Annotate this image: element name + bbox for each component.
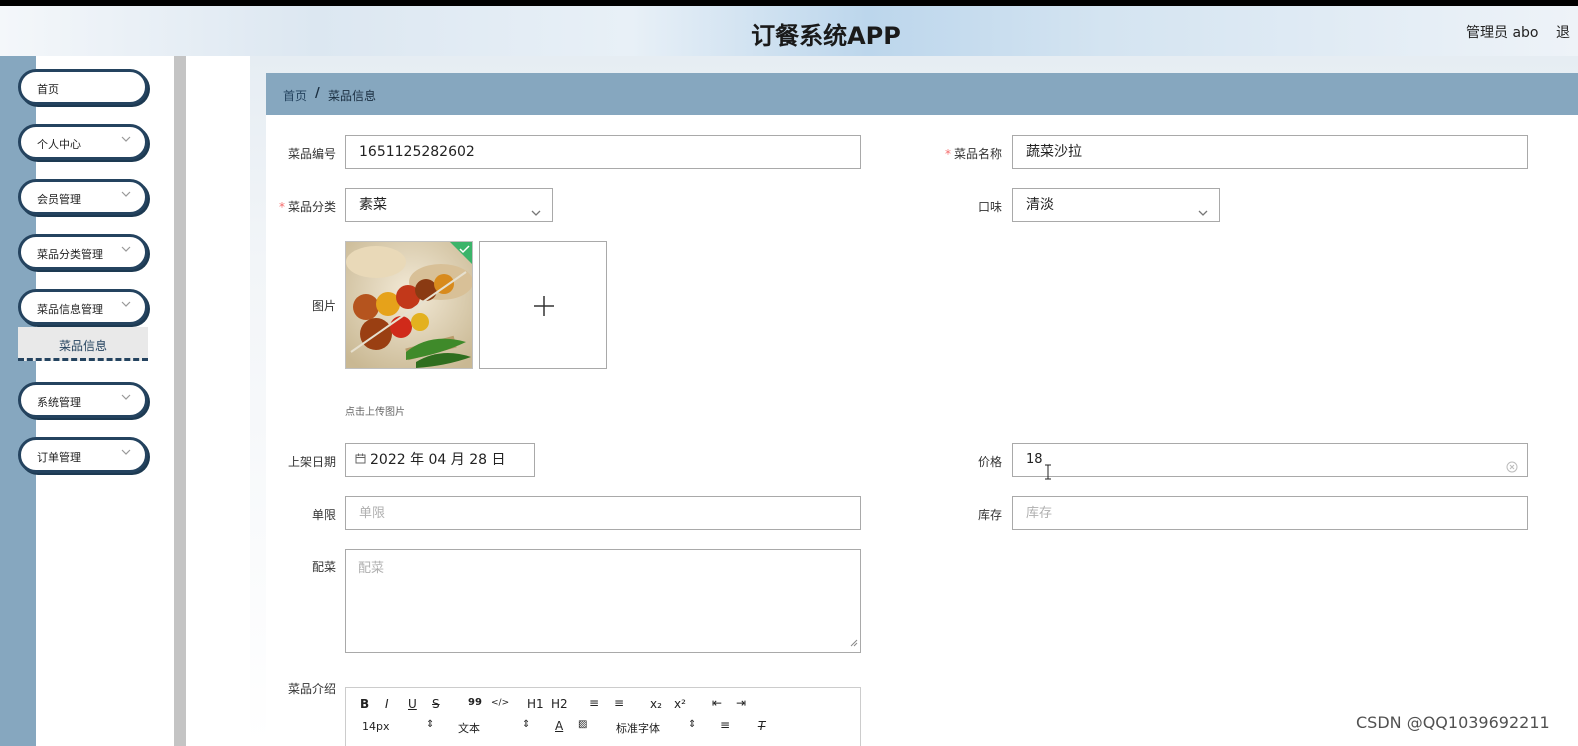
sidebar-item-order-mgmt[interactable]: 订单管理 [18, 437, 148, 473]
sidebar-item-system-mgmt[interactable]: 系统管理 [18, 382, 148, 418]
sidebar-item-label: 首页 [37, 83, 59, 96]
updown-icon: ⇕ [522, 719, 531, 730]
uploaded-image-thumbnail[interactable] [345, 241, 473, 369]
category-select[interactable]: 素菜 [345, 188, 553, 222]
indent-button[interactable]: ⇥ [736, 696, 746, 710]
header-style-select[interactable]: 文本 [458, 720, 480, 736]
sidebar-item-label: 菜品分类管理 [37, 248, 103, 261]
taste-select[interactable]: 清淡 [1012, 188, 1220, 222]
limit-label: 单限 [311, 508, 336, 522]
required-asterisk: * [944, 147, 951, 161]
shelf-date-label: 上架日期 [287, 455, 336, 469]
add-image-button[interactable] [479, 241, 607, 369]
price-input[interactable]: 18 [1012, 443, 1528, 477]
chevron-down-icon [121, 134, 131, 146]
price-label: 价格 [977, 455, 1002, 469]
bullet-list-button[interactable]: ≡ [614, 696, 624, 710]
heading2-button[interactable]: H2 [551, 697, 568, 711]
sidebar-item-home[interactable]: 首页 [18, 69, 148, 105]
chevron-down-icon [121, 447, 131, 459]
watermark: CSDN @QQ1039692211 [1356, 713, 1550, 732]
shelf-date-picker[interactable]: 2022 年 04 月 28 日 [345, 443, 535, 477]
italic-button[interactable]: I [385, 697, 389, 711]
logout-link[interactable]: 退 [1556, 22, 1570, 42]
side-dish-label: 配菜 [311, 560, 336, 574]
sidebar-item-personal-center[interactable]: 个人中心 [18, 124, 148, 160]
chevron-down-icon [121, 189, 131, 201]
sidebar-item-member-mgmt[interactable]: 会员管理 [18, 179, 148, 215]
stock-label: 库存 [977, 508, 1002, 522]
sidebar-item-label: 系统管理 [37, 396, 81, 409]
updown-icon: ⇕ [688, 719, 697, 730]
sidebar-item-label: 会员管理 [37, 193, 81, 206]
image-label: 图片 [311, 299, 336, 313]
clear-format-icon[interactable]: T̶ [758, 719, 765, 733]
chevron-down-icon [1197, 199, 1209, 216]
chevron-down-icon [121, 299, 131, 311]
admin-user-label[interactable]: 管理员 abo [1466, 22, 1538, 42]
food-photo [346, 242, 472, 368]
dish-code-input[interactable]: 1651125282602 [345, 135, 861, 169]
subscript-button[interactable]: x₂ [650, 697, 662, 711]
background-color-icon[interactable]: ▨ [578, 719, 587, 730]
underline-button[interactable]: U [408, 697, 417, 711]
chevron-down-icon [121, 392, 131, 404]
intro-label: 菜品介绍 [287, 682, 336, 696]
text-cursor-icon [1044, 464, 1052, 480]
app-title: 订餐系统APP [751, 22, 901, 50]
chevron-down-icon [530, 199, 542, 216]
superscript-button[interactable]: x² [674, 697, 686, 711]
font-family-select[interactable]: 标准字体 [616, 720, 660, 736]
chevron-down-icon [121, 244, 131, 256]
align-icon[interactable]: ≡ [720, 718, 730, 732]
plus-icon [534, 296, 554, 316]
blockquote-button[interactable]: 99 [468, 697, 482, 708]
resize-handle-icon[interactable] [850, 636, 858, 650]
sidebar-item-category-mgmt[interactable]: 菜品分类管理 [18, 234, 148, 270]
sidebar-item-label: 菜品信息管理 [37, 303, 103, 316]
dish-name-input[interactable]: 蔬菜沙拉 [1012, 135, 1528, 169]
breadcrumb-separator: / [315, 86, 320, 101]
sidebar-item-label: 个人中心 [37, 138, 81, 151]
upload-tip: 点击上传图片 [345, 407, 405, 418]
side-dish-textarea[interactable]: 配菜 [345, 549, 861, 653]
strike-button[interactable]: S [432, 697, 440, 711]
sidebar-item-label: 订单管理 [37, 451, 81, 464]
category-label: * 菜品分类 [278, 200, 336, 214]
app-header: 订餐系统APP 管理员 abo 退 [0, 6, 1578, 56]
ordered-list-button[interactable]: ≡ [589, 696, 599, 710]
font-color-icon[interactable]: A [555, 719, 563, 733]
sidebar-subitem-dish-info[interactable]: 菜品信息 [18, 327, 148, 361]
rich-text-editor[interactable]: B I U S 99 </> H1 H2 ≡ ≡ x₂ x² ⇤ ⇥ 14px … [345, 687, 861, 746]
calendar-icon [355, 444, 366, 476]
heading1-button[interactable]: H1 [527, 697, 544, 711]
sidebar-subitem-label: 菜品信息 [58, 339, 107, 353]
sidebar-scrollbar[interactable] [174, 56, 186, 746]
stock-input[interactable]: 库存 [1012, 496, 1528, 530]
limit-input[interactable]: 单限 [345, 496, 861, 530]
content-gutter [186, 56, 250, 746]
code-button[interactable]: </> [491, 698, 509, 708]
dish-code-label: 菜品编号 [287, 147, 336, 161]
breadcrumb-current: 菜品信息 [328, 89, 377, 103]
bold-button[interactable]: B [360, 697, 369, 711]
updown-icon: ⇕ [426, 719, 435, 730]
clear-icon[interactable] [1506, 454, 1518, 476]
outdent-button[interactable]: ⇤ [712, 696, 722, 710]
breadcrumb: 首页 / 菜品信息 [266, 73, 1578, 115]
sidebar-item-dish-info-mgmt[interactable]: 菜品信息管理 [18, 289, 148, 325]
breadcrumb-home-link[interactable]: 首页 [283, 87, 307, 104]
dish-name-label: * 菜品名称 [944, 147, 1002, 161]
required-asterisk: * [278, 200, 285, 214]
taste-label: 口味 [977, 200, 1002, 214]
font-size-select[interactable]: 14px [362, 720, 390, 733]
